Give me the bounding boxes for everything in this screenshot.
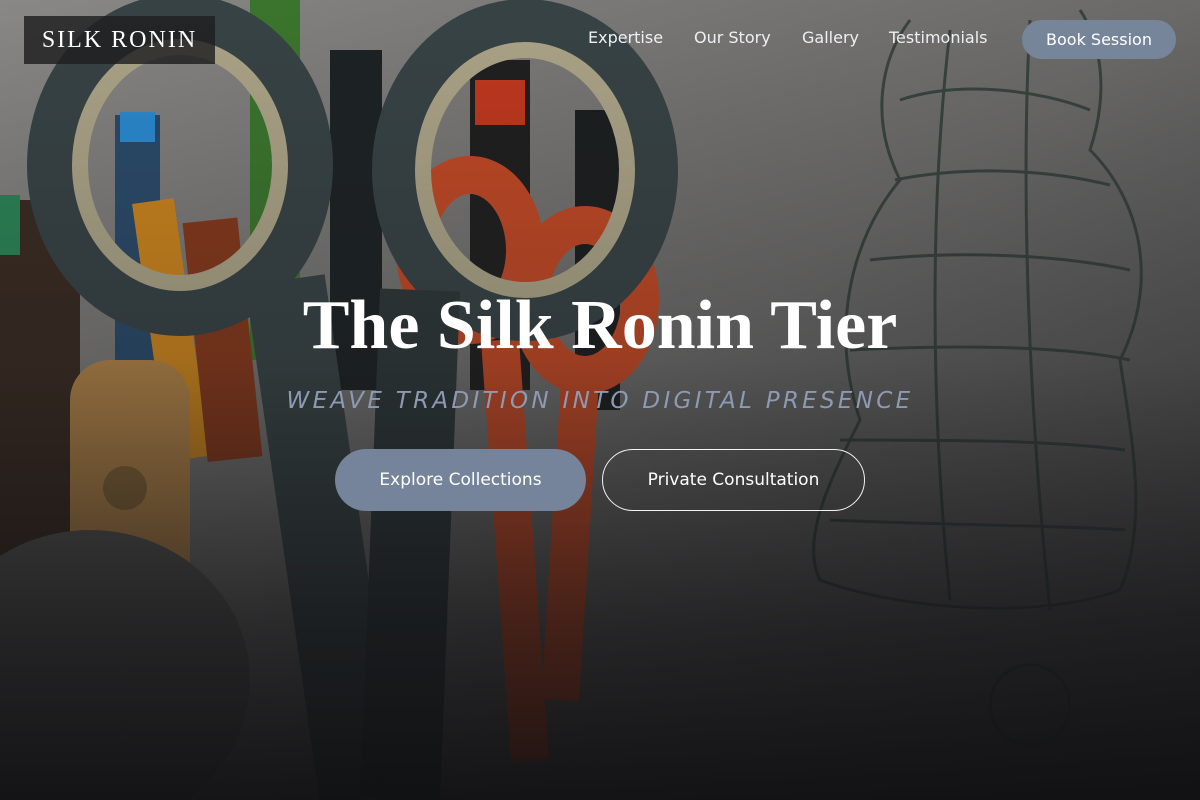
nav-link-expertise[interactable]: Expertise xyxy=(588,28,663,47)
nav-link-our-story[interactable]: Our Story xyxy=(694,28,771,47)
nav-link-gallery[interactable]: Gallery xyxy=(802,28,859,47)
book-session-button[interactable]: Book Session xyxy=(1022,20,1176,59)
top-navigation: SILK RONIN Expertise Our Story Gallery T… xyxy=(0,0,1200,80)
explore-collections-button[interactable]: Explore Collections xyxy=(335,449,586,511)
private-consultation-button[interactable]: Private Consultation xyxy=(602,449,865,511)
nav-link-testimonials[interactable]: Testimonials xyxy=(889,28,988,47)
hero-tagline: WEAVE TRADITION INTO DIGITAL PRESENCE xyxy=(286,388,914,414)
brand-logo[interactable]: SILK RONIN xyxy=(24,16,215,64)
hero-title: The Silk Ronin Tier xyxy=(302,287,898,364)
